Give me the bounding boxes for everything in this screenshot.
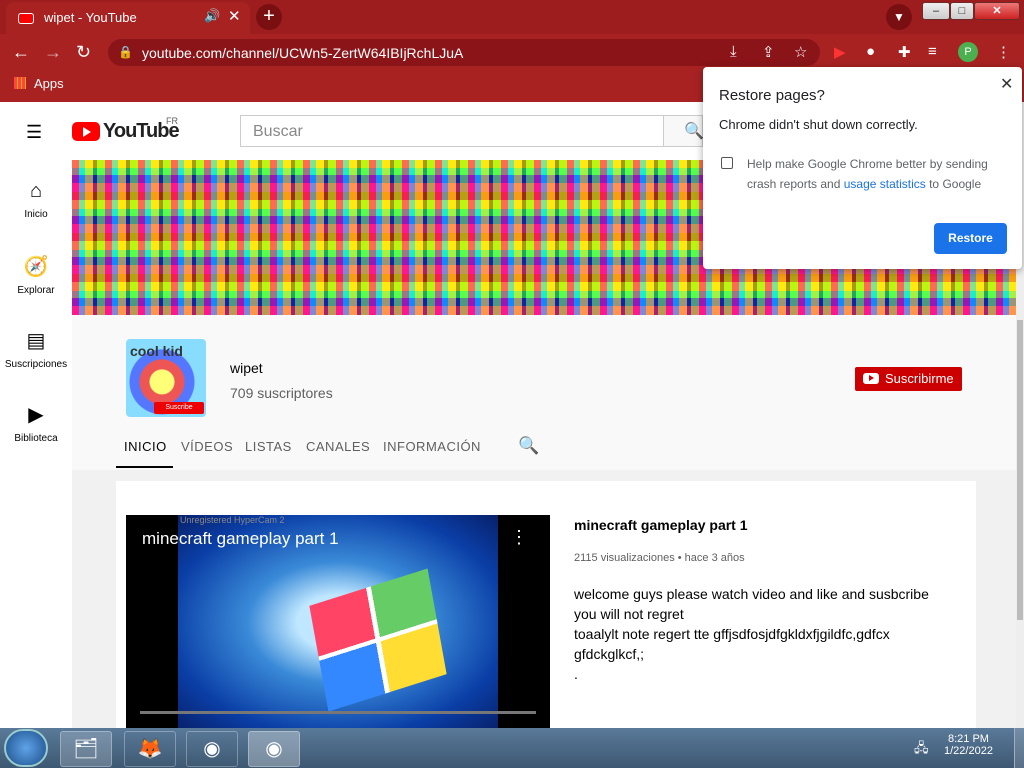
explorer-taskbar-icon[interactable]: 🗂 [60, 731, 112, 767]
url-text: youtube.com/channel/UCWn5-ZertW64IBIjRch… [142, 45, 464, 61]
menu-kebab-icon[interactable]: ⋮ [996, 43, 1011, 61]
tab-search-chevron-icon[interactable]: ▼ [886, 4, 912, 30]
apps-label: Apps [34, 76, 64, 91]
dialog-message: Chrome didn't shut down correctly. [719, 117, 918, 132]
avatar-text: cool kid [130, 343, 183, 359]
sidebar-item-biblioteca[interactable]: ▶ Biblioteca [0, 402, 72, 444]
youtube-favicon-icon [18, 13, 34, 24]
more-options-icon[interactable]: ⋮ [510, 527, 528, 548]
windows-logo [309, 568, 447, 712]
checkbox-text: to Google [925, 177, 982, 191]
library-icon: ▶ [28, 404, 44, 426]
video-title[interactable]: minecraft gameplay part 1 [574, 517, 748, 533]
clock-date: 1/22/2022 [944, 745, 993, 757]
tab-videos[interactable]: VÍDEOS [181, 439, 233, 454]
channel-search-icon[interactable]: 🔍 [518, 436, 539, 456]
forward-arrow-icon[interactable]: → [44, 42, 62, 62]
tab-listas[interactable]: LISTAS [245, 439, 292, 454]
tab-informacion[interactable]: INFORMACIÓN [383, 439, 481, 454]
tab-title: wipet - YouTube [44, 10, 137, 25]
minimize-button[interactable]: – [922, 2, 950, 20]
sidebar-label: Explorar [17, 285, 55, 296]
profile-avatar[interactable]: P [958, 42, 978, 62]
sidebar-label: Suscripciones [4, 359, 68, 370]
subscriber-count: 709 suscriptores [230, 385, 333, 401]
media-queue-icon[interactable]: ≡ [928, 43, 937, 60]
video-player[interactable]: Unregistered HyperCam 2 minecraft gamepl… [126, 515, 550, 730]
youtube-play-icon [863, 373, 879, 384]
scrollbar-thumb[interactable] [1017, 320, 1023, 620]
active-tab-indicator [116, 466, 173, 468]
system-clock[interactable]: 8:21 PM 1/22/2022 [944, 733, 993, 757]
show-desktop-button[interactable] [1014, 728, 1024, 768]
search-input[interactable]: Buscar [240, 115, 664, 147]
lock-icon: 🔒 [118, 45, 133, 59]
restore-button[interactable]: Restore [934, 223, 1007, 254]
search-icon: 🔍 [684, 123, 704, 140]
region-code: FR [166, 116, 178, 126]
subscribe-button[interactable]: Suscribirme [855, 367, 962, 391]
youtube-extension-icon[interactable]: ▶ [834, 43, 846, 61]
crash-report-checkbox[interactable] [721, 157, 733, 169]
sidebar-item-explorar[interactable]: 🧭 Explorar [0, 254, 72, 296]
description-line: you will not regret [574, 606, 684, 622]
window-close-button[interactable]: ✕ [974, 2, 1020, 20]
dialog-close-icon[interactable]: ✕ [1000, 74, 1013, 94]
apps-bookmark[interactable]: Apps [14, 76, 64, 91]
new-tab-button[interactable]: + [256, 4, 282, 30]
install-icon[interactable]: ⤓ [730, 43, 737, 60]
address-bar[interactable]: 🔒 youtube.com/channel/UCWn5-ZertW64IBIjR… [108, 39, 820, 66]
checkbox-label-2: crash reports and usage statistics to Go… [747, 177, 981, 191]
youtube-play-icon [72, 122, 100, 141]
sidebar-label: Biblioteca [14, 433, 58, 444]
compass-icon: 🧭 [23, 256, 49, 278]
home-icon: ⌂ [29, 180, 43, 202]
speaker-icon[interactable]: 🔊 [204, 8, 220, 24]
dialog-title: Restore pages? [719, 87, 825, 104]
back-arrow-icon[interactable]: ← [12, 42, 30, 62]
tab-inicio[interactable]: INICIO [124, 439, 167, 454]
progress-bar[interactable] [140, 711, 536, 714]
video-age: hace 3 años [684, 552, 745, 564]
description-line: welcome guys please watch video and like… [574, 586, 929, 602]
channel-name: wipet [230, 360, 263, 376]
description-line: gfdckglkcf,; [574, 646, 645, 662]
firefox-taskbar-icon[interactable]: 🦊 [124, 731, 176, 767]
maximize-button[interactable]: □ [950, 2, 974, 20]
reload-icon[interactable]: ↻ [76, 42, 91, 62]
browser-tab[interactable]: wipet - YouTube 🔊 ✕ [6, 2, 250, 34]
clock-time: 8:21 PM [947, 733, 989, 745]
description-line: . [574, 666, 578, 682]
avatar-badge: Suscribe [154, 402, 204, 414]
hamburger-menu-icon[interactable]: ☰ [26, 122, 42, 143]
sidebar-item-inicio[interactable]: ⌂ Inicio [0, 180, 72, 220]
chrome-profile-taskbar-icon[interactable]: ◉ [248, 731, 300, 767]
description-line: toaalylt note regert tte gffjsdfosjdfgkl… [574, 626, 890, 642]
puzzle-extensions-icon[interactable]: ✚ [898, 43, 911, 61]
chrome-taskbar-icon[interactable]: ◉ [186, 731, 238, 767]
channel-avatar: cool kid Suscribe [126, 339, 206, 417]
sidebar-item-suscripciones[interactable]: ▤ Suscripciones [0, 328, 72, 370]
bookmark-star-icon[interactable]: ☆ [794, 43, 807, 61]
tab-canales[interactable]: CANALES [306, 439, 370, 454]
player-title: minecraft gameplay part 1 [142, 529, 339, 548]
apps-grid-icon [14, 77, 26, 89]
view-count: 2115 visualizaciones [574, 552, 675, 564]
sidebar-label: Inicio [24, 209, 48, 220]
network-icon[interactable]: 🖧 [914, 739, 929, 761]
subscriptions-icon: ▤ [26, 330, 46, 352]
extension-icon[interactable]: ● [866, 43, 875, 60]
subscribe-label: Suscribirme [885, 371, 954, 386]
checkbox-text: crash reports and [747, 177, 844, 191]
video-watermark: Unregistered HyperCam 2 [180, 515, 285, 525]
close-tab-icon[interactable]: ✕ [228, 7, 241, 25]
usage-statistics-link[interactable]: usage statistics [844, 177, 926, 191]
checkbox-label: Help make Google Chrome better by sendin… [747, 157, 988, 171]
video-meta: 2115 visualizaciones • hace 3 años [574, 552, 745, 564]
search-button[interactable]: 🔍 [663, 115, 704, 147]
start-button[interactable] [4, 729, 48, 767]
share-icon[interactable]: ⇪ [762, 43, 775, 61]
